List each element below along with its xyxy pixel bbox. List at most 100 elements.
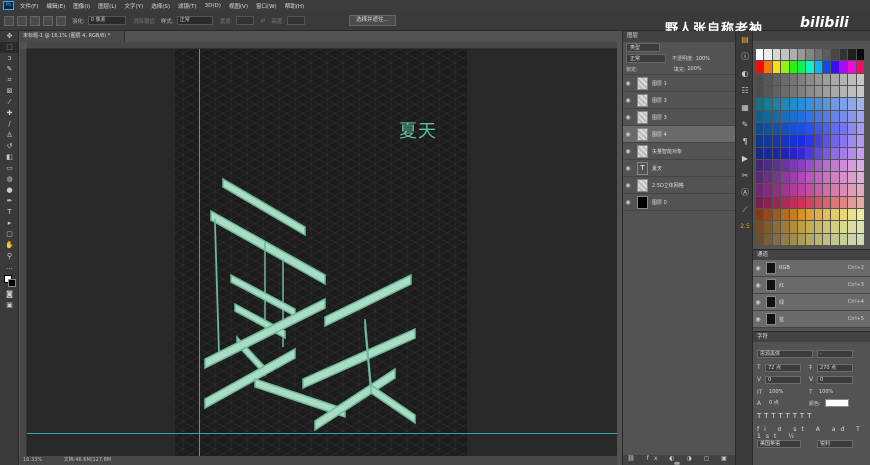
color-swatch[interactable]: [814, 209, 823, 221]
subtract-selection-icon[interactable]: [43, 15, 53, 26]
lasso-tool-icon[interactable]: ↄ: [0, 53, 19, 64]
color-swatch[interactable]: [848, 85, 856, 98]
horizontal-ruler[interactable]: [27, 42, 617, 49]
color-swatch[interactable]: [856, 110, 864, 122]
color-swatch[interactable]: [806, 172, 814, 184]
menu-edit[interactable]: 编辑(E): [46, 2, 65, 10]
color-swatch[interactable]: [764, 135, 772, 147]
layer-row[interactable]: ◉ 图层 3: [623, 109, 735, 126]
color-swatches[interactable]: [0, 273, 19, 289]
color-swatch[interactable]: [814, 73, 823, 85]
brush-tool-icon[interactable]: ∕: [0, 119, 19, 130]
color-swatch[interactable]: [797, 184, 806, 196]
color-swatch[interactable]: [806, 221, 814, 233]
layer-actions-bar[interactable]: ⛓ fx ◐ ◑ ▢ ▣ 🗑: [623, 455, 736, 465]
color-swatch[interactable]: [856, 221, 864, 233]
color-swatch[interactable]: [764, 61, 772, 73]
glyphs-icon[interactable]: Ⓐ: [736, 184, 754, 201]
color-swatch[interactable]: [772, 196, 781, 209]
color-swatch[interactable]: [839, 147, 848, 159]
color-swatch[interactable]: [781, 98, 789, 110]
crop-tool-icon[interactable]: ⌗: [0, 75, 19, 86]
history-icon[interactable]: ▤: [736, 31, 754, 48]
color-swatch[interactable]: [823, 61, 831, 73]
color-swatch[interactable]: [848, 122, 856, 135]
color-swatch[interactable]: [756, 73, 764, 85]
color-swatch[interactable]: [772, 122, 781, 135]
color-swatch[interactable]: [781, 159, 789, 172]
color-swatch[interactable]: [814, 196, 823, 209]
antialias-select[interactable]: 锐利: [817, 440, 853, 448]
color-swatch[interactable]: [848, 49, 856, 61]
blend-mode-select[interactable]: 正常: [626, 54, 666, 63]
color-swatch[interactable]: [806, 209, 814, 221]
color-swatch[interactable]: [772, 73, 781, 85]
color-swatch[interactable]: [797, 135, 806, 147]
color-swatch[interactable]: [839, 233, 848, 245]
channels-tab[interactable]: 通道: [753, 250, 870, 260]
color-swatch[interactable]: [839, 184, 848, 196]
color-swatch[interactable]: [764, 233, 772, 245]
color-swatch[interactable]: [806, 61, 814, 73]
color-swatch[interactable]: [839, 159, 848, 172]
marquee-preset-icon[interactable]: [4, 15, 14, 26]
menu-select[interactable]: 选择(S): [151, 2, 170, 10]
clone-stamp-icon[interactable]: ♙: [0, 130, 19, 141]
tracking-input[interactable]: 0: [817, 376, 853, 384]
color-swatch[interactable]: [848, 221, 856, 233]
color-swatch[interactable]: [772, 221, 781, 233]
color-swatch[interactable]: [814, 135, 823, 147]
color-swatch[interactable]: [789, 61, 797, 73]
color-swatch[interactable]: [814, 233, 823, 245]
color-swatch[interactable]: [848, 172, 856, 184]
color-swatch[interactable]: [806, 233, 814, 245]
color-swatch[interactable]: [848, 135, 856, 147]
opentype-buttons[interactable]: fi σ st A ad T 1st ½: [757, 426, 870, 440]
baseline-input[interactable]: 0 点: [767, 400, 801, 408]
pen-tool-icon[interactable]: ✒: [0, 196, 19, 207]
color-swatch[interactable]: [797, 209, 806, 221]
color-swatch[interactable]: [797, 122, 806, 135]
color-swatch[interactable]: [772, 85, 781, 98]
channel-eye-icon[interactable]: ◉: [753, 282, 763, 289]
channel-row[interactable]: ◉ 红 Ctrl+3: [753, 277, 870, 294]
color-swatch[interactable]: [756, 85, 764, 98]
color-swatch[interactable]: [848, 209, 856, 221]
info-icon[interactable]: ⓘ: [736, 48, 754, 65]
text-color-swatch[interactable]: [825, 399, 849, 407]
color-swatch[interactable]: [789, 159, 797, 172]
opacity-input[interactable]: 100%: [696, 56, 710, 62]
antialias-checkbox[interactable]: 消除锯齿: [133, 17, 155, 25]
color-swatch[interactable]: [839, 209, 848, 221]
menu-image[interactable]: 图像(I): [73, 2, 90, 10]
color-swatch[interactable]: [789, 98, 797, 110]
color-swatch[interactable]: [823, 110, 831, 122]
actions-icon[interactable]: ▶: [736, 150, 754, 167]
color-swatch[interactable]: [756, 110, 764, 122]
menu-filter[interactable]: 滤镜(T): [178, 2, 197, 10]
color-swatch[interactable]: [856, 147, 864, 159]
visibility-eye-icon[interactable]: ◉: [623, 199, 633, 206]
color-swatch[interactable]: [756, 98, 764, 110]
select-and-mask-button[interactable]: 选择并遮住...: [349, 15, 396, 26]
color-swatch[interactable]: [797, 98, 806, 110]
visibility-eye-icon[interactable]: ◉: [623, 165, 633, 172]
color-swatch[interactable]: [789, 49, 797, 61]
intersect-selection-icon[interactable]: [56, 15, 66, 26]
color-swatch[interactable]: [781, 61, 789, 73]
color-swatch[interactable]: [831, 209, 839, 221]
brush-settings-icon[interactable]: ⟋: [736, 201, 754, 218]
color-swatch[interactable]: [789, 147, 797, 159]
zoom-level[interactable]: 16.33%: [23, 457, 42, 463]
eyedropper-tool-icon[interactable]: ⁄: [0, 97, 19, 108]
color-swatch[interactable]: [781, 184, 789, 196]
color-swatch[interactable]: [848, 98, 856, 110]
menu-window[interactable]: 窗口(W): [256, 2, 277, 10]
hand-tool-icon[interactable]: ✋: [0, 240, 19, 251]
color-swatch[interactable]: [772, 209, 781, 221]
channel-eye-icon[interactable]: ◉: [753, 316, 763, 323]
color-swatch[interactable]: [814, 184, 823, 196]
eraser-tool-icon[interactable]: ◧: [0, 152, 19, 163]
color-swatch[interactable]: [823, 135, 831, 147]
color-swatch[interactable]: [839, 172, 848, 184]
